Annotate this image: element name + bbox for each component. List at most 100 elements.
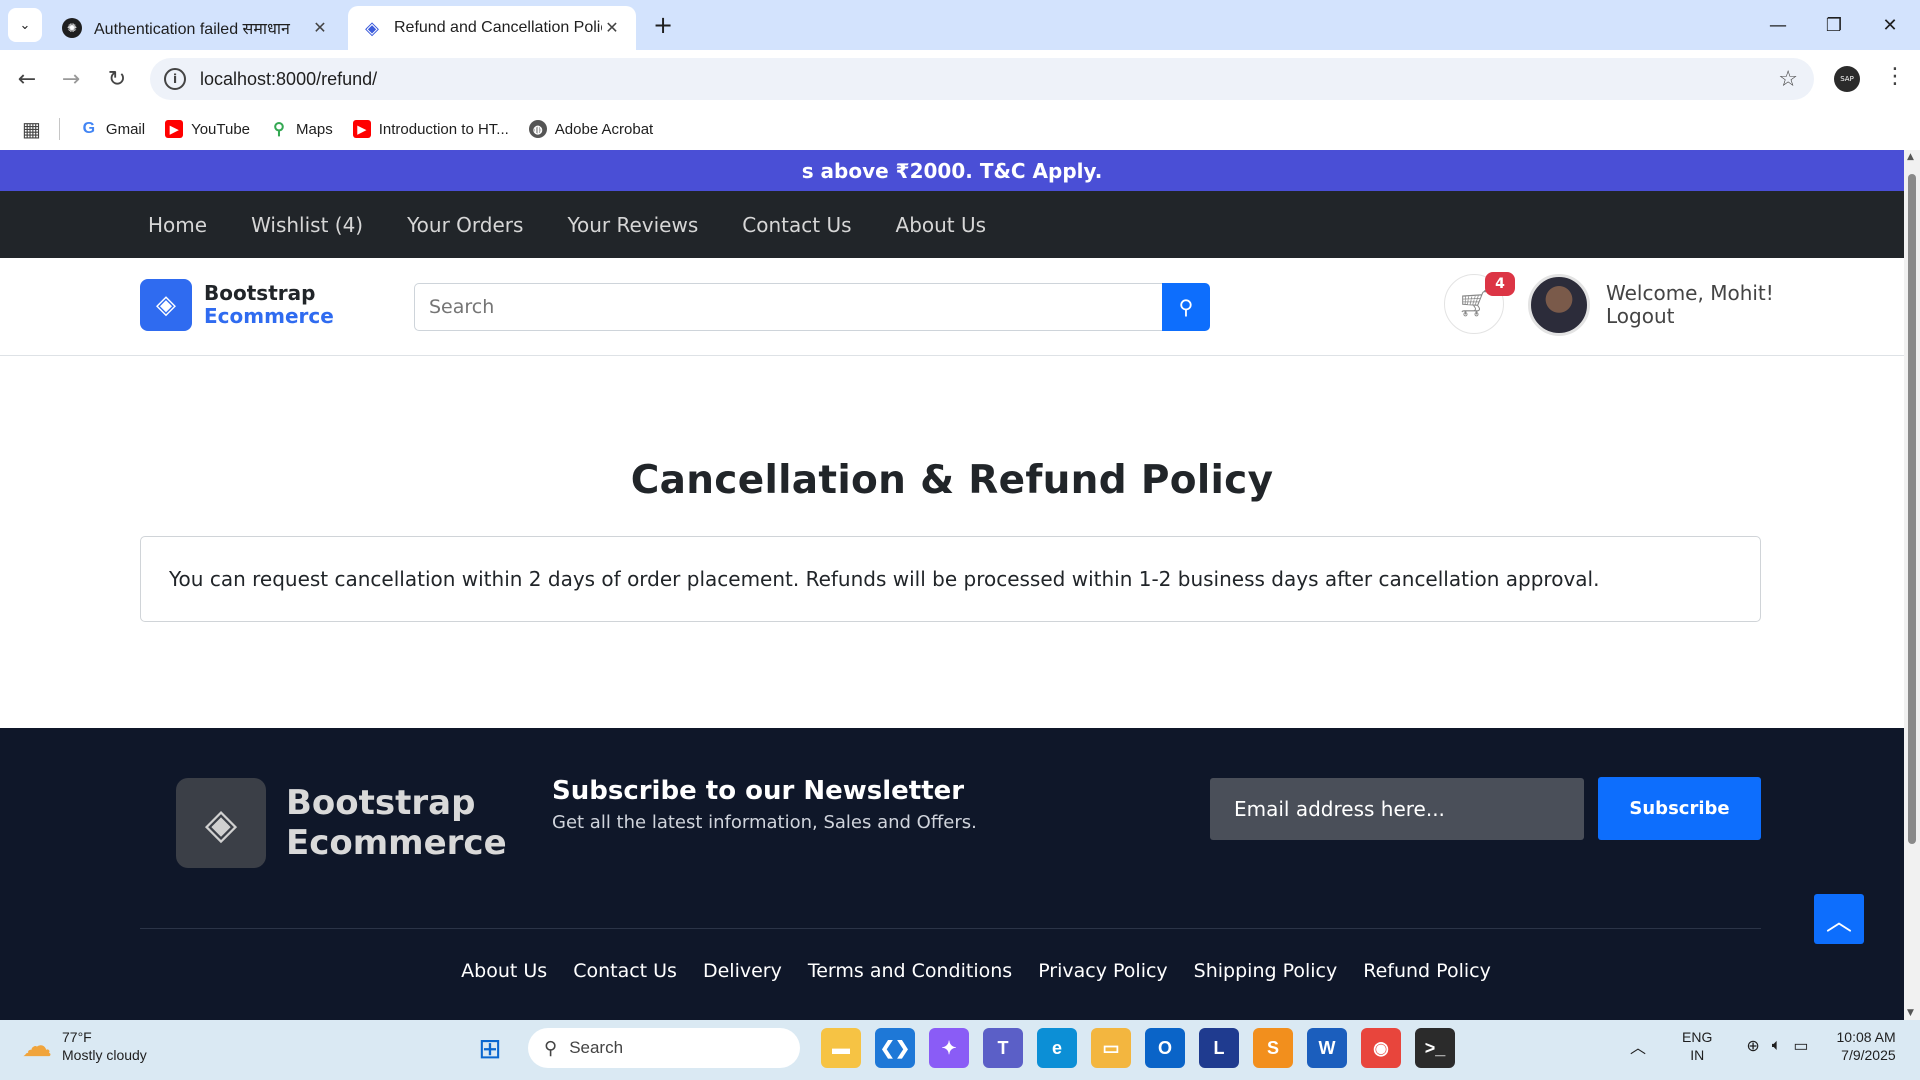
close-window-button[interactable]: ✕ — [1862, 0, 1918, 50]
bookmark-adobe-acrobat[interactable]: ◍ Adobe Acrobat — [528, 120, 653, 138]
windows-start-icon[interactable]: ⊞ — [470, 1028, 510, 1068]
taskbar-search[interactable]: ⚲ Search — [528, 1028, 800, 1068]
scroll-up-arrow-icon[interactable]: ▲ — [1907, 152, 1914, 162]
restore-button[interactable]: ❐ — [1806, 0, 1862, 50]
footer-logo-line1: Bootstrap — [286, 783, 476, 823]
footer-link-shipping[interactable]: Shipping Policy — [1194, 960, 1338, 982]
page-scrollbar[interactable]: ▲ ▼ — [1904, 150, 1920, 1020]
file-explorer-icon[interactable]: ▬ — [821, 1028, 861, 1068]
user-greeting: Welcome, Mohit! Logout — [1606, 282, 1774, 328]
footer-link-about[interactable]: About Us — [461, 960, 547, 982]
l-app-icon[interactable]: L — [1199, 1028, 1239, 1068]
globe-icon: ◍ — [528, 120, 547, 138]
site-logo[interactable]: ◈ Bootstrap Ecommerce — [140, 279, 334, 331]
windows-taskbar: ☁ 77°F Mostly cloudy ⊞ ⚲ Search ▬ ❮❯ ✦ Te ▭ O… — [0, 1020, 1920, 1080]
bookmark-star-icon[interactable]: ☆ — [1778, 67, 1798, 92]
weather-widget[interactable]: ☁ 77°F Mostly cloudy — [22, 1028, 147, 1064]
footer-link-contact[interactable]: Contact Us — [573, 960, 677, 982]
user-avatar[interactable] — [1528, 274, 1590, 336]
weather-desc: Mostly cloudy — [62, 1047, 147, 1063]
nav-about-us[interactable]: About Us — [896, 213, 987, 237]
page-title: Cancellation & Refund Policy — [630, 458, 1274, 503]
chrome-icon[interactable]: ◉ — [1361, 1028, 1401, 1068]
footer-link-privacy[interactable]: Privacy Policy — [1038, 960, 1167, 982]
region-code: IN — [1690, 1047, 1705, 1063]
nav-contact-us[interactable]: Contact Us — [742, 213, 851, 237]
address-bar[interactable]: i localhost:8000/refund/ ☆ — [150, 58, 1814, 100]
tab-search-button[interactable]: ⌄ — [8, 8, 42, 42]
clock[interactable]: 10:08 AM 7/9/2025 — [1837, 1028, 1896, 1064]
layers-icon: ◈ — [140, 279, 192, 331]
bookmark-youtube[interactable]: ▶ YouTube — [165, 120, 250, 138]
welcome-text: Welcome, Mohit! — [1606, 281, 1774, 305]
edge-icon[interactable]: e — [1037, 1028, 1077, 1068]
logout-link[interactable]: Logout — [1606, 305, 1774, 328]
teams-icon[interactable]: T — [983, 1028, 1023, 1068]
footer-link-terms[interactable]: Terms and Conditions — [808, 960, 1012, 982]
subscribe-button[interactable]: Subscribe — [1598, 777, 1761, 840]
cart-button[interactable]: 🛒︎ 4 — [1444, 272, 1515, 334]
chevron-up-icon[interactable]: ︿ — [1630, 1034, 1646, 1058]
folder-icon[interactable]: ▭ — [1091, 1028, 1131, 1068]
new-tab-button[interactable]: + — [648, 10, 678, 40]
battery-icon[interactable]: ▭ — [1793, 1036, 1808, 1056]
weather-temp: 77°F — [62, 1029, 92, 1045]
copilot-icon[interactable]: ✦ — [929, 1028, 969, 1068]
layers-icon: ◈ — [176, 778, 266, 868]
close-icon[interactable]: ✕ — [602, 18, 622, 38]
search-icon: ⚲ — [544, 1037, 558, 1058]
search-button[interactable]: ⚲ — [1162, 283, 1210, 331]
terminal-icon[interactable]: >_ — [1415, 1028, 1455, 1068]
bookmark-maps[interactable]: ⚲ Maps — [270, 120, 333, 139]
nav-your-reviews[interactable]: Your Reviews — [567, 213, 698, 237]
word-icon[interactable]: W — [1307, 1028, 1347, 1068]
minimize-button[interactable]: — — [1750, 0, 1806, 50]
language-indicator[interactable]: ENG IN — [1682, 1028, 1712, 1064]
footer-logo[interactable]: ◈ Bootstrap Ecommerce — [176, 778, 507, 868]
layers-icon: ◈ — [365, 17, 379, 38]
language-code: ENG — [1682, 1029, 1713, 1045]
apps-grid-icon[interactable]: ▦ — [22, 117, 41, 142]
nav-home[interactable]: Home — [148, 213, 207, 237]
network-icon[interactable]: ⊕ — [1746, 1036, 1759, 1056]
openai-icon: ✺ — [62, 18, 82, 38]
tab-refund-policy[interactable]: ◈ Refund and Cancellation Policy ✕ — [348, 6, 636, 50]
tab-authentication[interactable]: ✺ Authentication failed समाधान ✕ — [48, 6, 344, 50]
sublime-icon[interactable]: S — [1253, 1028, 1293, 1068]
scrollbar-thumb[interactable] — [1908, 174, 1916, 844]
nav-your-orders[interactable]: Your Orders — [407, 213, 523, 237]
back-to-top-button[interactable]: ︿ — [1814, 894, 1864, 944]
bookmark-gmail[interactable]: G Gmail — [80, 120, 145, 138]
vscode-icon[interactable]: ❮❯ — [875, 1028, 915, 1068]
volume-icon[interactable]: 🔈︎ — [1772, 1037, 1782, 1055]
bookmarks-bar: ▦ G Gmail ▶ YouTube ⚲ Maps ▶ Introductio… — [0, 108, 1920, 150]
bookmark-html-intro[interactable]: ▶ Introduction to HT... — [352, 120, 509, 138]
newsletter-subtitle: Get all the latest information, Sales an… — [552, 812, 977, 833]
url-text: localhost:8000/refund/ — [200, 68, 378, 89]
nav-wishlist[interactable]: Wishlist (4) — [251, 213, 363, 237]
menu-kebab-icon[interactable]: ⋮ — [1884, 64, 1906, 89]
close-icon[interactable]: ✕ — [310, 18, 330, 38]
clock-date: 7/9/2025 — [1841, 1047, 1896, 1063]
bookmark-label: Gmail — [105, 120, 146, 138]
footer-link-refund[interactable]: Refund Policy — [1363, 960, 1491, 982]
footer-link-delivery[interactable]: Delivery — [703, 960, 782, 982]
bookmark-label: YouTube — [191, 120, 251, 138]
profile-avatar[interactable]: SAP — [1834, 66, 1860, 92]
newsletter-title: Subscribe to our Newsletter — [552, 776, 965, 806]
scroll-down-arrow-icon[interactable]: ▼ — [1907, 1008, 1914, 1018]
reload-button[interactable]: ↻ — [102, 64, 132, 94]
back-button[interactable]: ← — [12, 64, 42, 94]
chevron-down-icon: ⌄ — [19, 17, 31, 33]
youtube-icon: ▶ — [165, 120, 184, 138]
clock-time: 10:08 AM — [1836, 1029, 1896, 1045]
info-icon[interactable]: i — [164, 68, 186, 90]
newsletter-email-input[interactable]: Email address here... — [1210, 778, 1584, 840]
bookmark-label: Maps — [296, 120, 333, 138]
search-input[interactable] — [414, 283, 1162, 331]
browser-toolbar: ← → ↻ i localhost:8000/refund/ ☆ SAP ⋮ — [0, 50, 1920, 108]
outlook-icon[interactable]: O — [1145, 1028, 1185, 1068]
forward-button[interactable]: → — [56, 64, 86, 94]
youtube-icon: ▶ — [352, 120, 371, 138]
taskbar-search-label: Search — [569, 1038, 624, 1057]
